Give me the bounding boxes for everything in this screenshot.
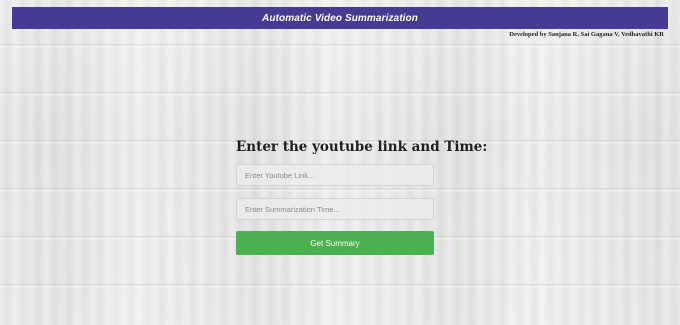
form-heading: Enter the youtube link and Time: [236,139,488,155]
summarization-time-input[interactable] [236,198,434,220]
youtube-link-input[interactable] [236,164,434,186]
app-header: Automatic Video Summarization [12,7,668,29]
developer-credit: Developed by Sanjana R, Sai Gagana V, Ve… [509,31,664,38]
app-title: Automatic Video Summarization [262,12,418,24]
summary-form: Enter the youtube link and Time: Get Sum… [236,139,488,255]
get-summary-button[interactable]: Get Summary [236,231,434,255]
